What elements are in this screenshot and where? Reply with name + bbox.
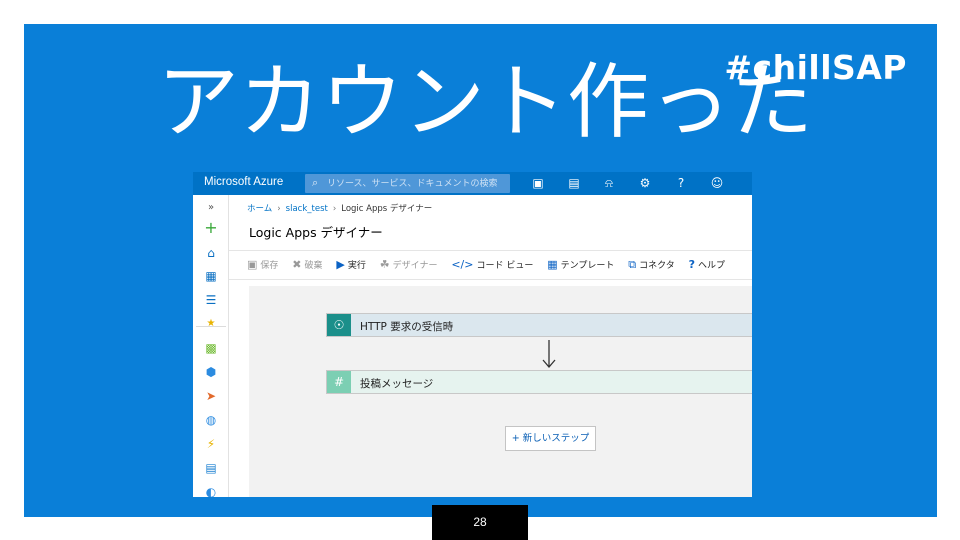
templates-icon: ▦ xyxy=(547,258,558,271)
azure-screenshot: Microsoft Azure ⌕ ▣ ▤ ⍾ ⚙ ? ☺ » + ⌂ ▦ ☰ … xyxy=(193,172,752,497)
connectors-icon: ⧉ xyxy=(628,258,637,271)
page-title: Logic Apps デザイナー xyxy=(249,225,383,240)
breadcrumb-home[interactable]: ホーム xyxy=(247,204,272,214)
all-resources-icon[interactable]: ▩ xyxy=(202,340,220,356)
slide: #chillSAP アカウント作った Microsoft Azure ⌕ ▣ ▤… xyxy=(0,0,960,540)
azure-brand[interactable]: Microsoft Azure xyxy=(204,176,283,188)
connectors-button[interactable]: ⧉ コネクタ xyxy=(628,258,675,272)
code-icon: </> xyxy=(451,258,474,271)
all-services-icon[interactable]: ☰ xyxy=(202,292,220,308)
designer-button[interactable]: ☘ デザイナー xyxy=(380,258,438,271)
app-services-globe-icon[interactable]: ◍ xyxy=(202,412,220,428)
quickstart-rocket-icon[interactable]: ➤ xyxy=(202,388,220,404)
templates-button[interactable]: ▦ テンプレート xyxy=(547,258,614,271)
http-request-icon: ☉ xyxy=(327,314,351,336)
terminal-icon[interactable]: ▣ xyxy=(530,175,546,191)
chevron-right-icon: › xyxy=(277,204,281,214)
save-icon: ▣ xyxy=(247,258,258,271)
new-step-button[interactable]: + 新しいステップ xyxy=(505,426,596,451)
function-apps-icon[interactable]: ⚡ xyxy=(202,436,220,452)
designer-icon: ☘ xyxy=(379,258,390,271)
help-icon[interactable]: ? xyxy=(673,175,689,191)
azure-topbar: Microsoft Azure ⌕ ▣ ▤ ⍾ ⚙ ? ☺ xyxy=(193,172,752,195)
favorites-star-icon[interactable]: ★ xyxy=(202,316,220,332)
resource-groups-icon[interactable]: ⬢ xyxy=(202,364,220,380)
code-view-button[interactable]: </> コード ビュー xyxy=(451,258,533,271)
run-play-icon: ▶ xyxy=(336,258,345,271)
flow-arrow-icon xyxy=(542,340,556,368)
discard-x-icon: ✖ xyxy=(292,258,302,271)
create-resource-icon[interactable]: + xyxy=(202,220,220,236)
designer-canvas: ☉ HTTP 要求の受信時 # 投稿メッセージ + 新しいステップ xyxy=(249,286,752,497)
sidebar: » + ⌂ ▦ ☰ ★ ▩ ⬢ ➤ ◍ ⚡ ▤ ◐ xyxy=(193,195,229,497)
step-label: 投稿メッセージ xyxy=(360,378,434,390)
run-button[interactable]: ▶ 実行 xyxy=(336,258,365,271)
expand-icon[interactable]: » xyxy=(202,200,220,216)
step-label: HTTP 要求の受信時 xyxy=(360,321,454,333)
search-input[interactable] xyxy=(327,175,507,192)
search-box[interactable]: ⌕ xyxy=(305,174,510,193)
trigger-step-http[interactable]: ☉ HTTP 要求の受信時 xyxy=(326,313,752,337)
bell-icon[interactable]: ⍾ xyxy=(601,175,617,191)
divider xyxy=(229,279,752,280)
smiley-icon[interactable]: ☺ xyxy=(709,175,725,191)
slack-icon: # xyxy=(327,371,351,393)
breadcrumb: ホーム › slack_test › Logic Apps デザイナー xyxy=(247,202,432,214)
breadcrumb-current: Logic Apps デザイナー xyxy=(341,204,433,214)
discard-button[interactable]: ✖ 破棄 xyxy=(292,258,322,271)
chevron-right-icon: › xyxy=(332,204,337,214)
save-button[interactable]: ▣ 保存 xyxy=(247,258,278,271)
gear-icon[interactable]: ⚙ xyxy=(637,175,653,191)
slide-title: アカウント作った xyxy=(156,55,813,150)
help-button[interactable]: ? ヘルプ xyxy=(689,258,725,271)
cosmos-db-icon[interactable]: ◐ xyxy=(202,484,220,497)
divider xyxy=(229,250,752,251)
help-question-icon: ? xyxy=(688,258,696,271)
directory-filter-icon[interactable]: ▤ xyxy=(566,175,582,191)
sql-databases-icon[interactable]: ▤ xyxy=(202,460,220,476)
search-icon: ⌕ xyxy=(312,176,319,189)
page-number: 28 xyxy=(432,505,528,540)
breadcrumb-resource[interactable]: slack_test xyxy=(286,204,328,214)
home-icon[interactable]: ⌂ xyxy=(202,245,220,261)
designer-toolbar: ▣ 保存 ✖ 破棄 ▶ 実行 ☘ デザイナー </> コード ビュー ▦ テンプレート ⧉ コ… xyxy=(247,258,736,274)
action-step-slack[interactable]: # 投稿メッセージ xyxy=(326,370,752,394)
dashboard-icon[interactable]: ▦ xyxy=(202,268,220,284)
